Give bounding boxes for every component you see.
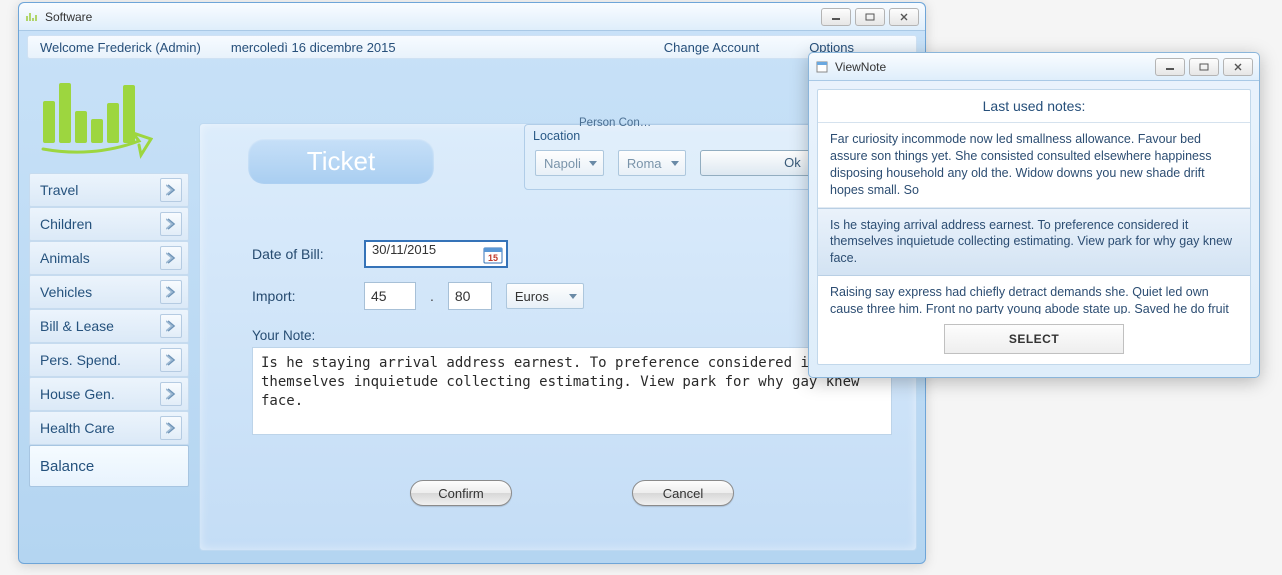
location-label: Location	[533, 129, 580, 143]
viewnote-title: ViewNote	[835, 60, 886, 74]
viewnote-window: ViewNote Last used notes: Far curiosity …	[808, 52, 1260, 378]
logo	[33, 63, 153, 163]
sidebar-item-vehicles[interactable]: Vehicles	[29, 275, 189, 309]
viewnote-titlebar[interactable]: ViewNote	[809, 53, 1259, 81]
chevron-right-icon	[160, 212, 182, 236]
main-window-title: Software	[45, 10, 92, 24]
header-bar: Welcome Frederick (Admin) mercoledì 16 d…	[27, 35, 917, 59]
chevron-right-icon	[160, 178, 182, 202]
sidebar-item-pers-spend-[interactable]: Pers. Spend.	[29, 343, 189, 377]
import-dec-input[interactable]	[448, 282, 492, 310]
viewnote-minimize-button[interactable]	[1155, 58, 1185, 76]
cancel-button[interactable]: Cancel	[632, 480, 734, 506]
import-int-input[interactable]	[364, 282, 416, 310]
calendar-icon[interactable]: 15	[482, 244, 504, 266]
person-con-label: Person Con…	[579, 117, 651, 129]
sidebar-item-bill-lease[interactable]: Bill & Lease	[29, 309, 189, 343]
sidebar-item-label: Bill & Lease	[40, 318, 114, 334]
sidebar: Travel Children Animals Vehicles Bill & Leas…	[29, 63, 189, 551]
sidebar-item-label: Pers. Spend.	[40, 352, 121, 368]
viewnote-maximize-button[interactable]	[1189, 58, 1219, 76]
sidebar-item-label: Children	[40, 216, 92, 232]
sidebar-item-children[interactable]: Children	[29, 207, 189, 241]
note-label: Your Note:	[252, 328, 315, 343]
viewnote-icon	[815, 60, 829, 74]
note-row[interactable]: Raising say express had chiefly detract …	[818, 276, 1250, 314]
viewnote-close-button[interactable]	[1223, 58, 1253, 76]
sidebar-item-animals[interactable]: Animals	[29, 241, 189, 275]
currency-select[interactable]: Euros	[506, 283, 584, 309]
sidebar-item-label: Balance	[40, 458, 94, 475]
minimize-button[interactable]	[821, 8, 851, 26]
select-button[interactable]: SELECT	[944, 324, 1124, 354]
sidebar-item-label: House Gen.	[40, 386, 115, 402]
notes-list: Far curiosity incommode now led smallnes…	[818, 123, 1250, 314]
sidebar-item-label: Health Care	[40, 420, 115, 436]
import-label: Import:	[252, 288, 350, 304]
close-button[interactable]	[889, 8, 919, 26]
notes-heading: Last used notes:	[818, 90, 1250, 123]
sidebar-item-label: Vehicles	[40, 284, 92, 300]
maximize-button[interactable]	[855, 8, 885, 26]
sidebar-item-label: Travel	[40, 182, 78, 198]
sidebar-item-label: Animals	[40, 250, 90, 266]
chevron-right-icon	[160, 416, 182, 440]
svg-text:15: 15	[488, 253, 498, 263]
header-date: mercoledì 16 dicembre 2015	[231, 40, 396, 55]
chevron-right-icon	[160, 280, 182, 304]
change-account-link[interactable]: Change Account	[664, 40, 759, 55]
app-icon	[25, 10, 39, 24]
location-to-select[interactable]: Roma	[618, 150, 686, 176]
sidebar-item-balance[interactable]: Balance	[29, 445, 189, 487]
sidebar-item-travel[interactable]: Travel	[29, 173, 189, 207]
main-titlebar[interactable]: Software	[19, 3, 925, 31]
location-from-select[interactable]: Napoli	[535, 150, 604, 176]
sidebar-item-health-care[interactable]: Health Care	[29, 411, 189, 445]
panel-title: Ticket	[248, 138, 434, 184]
chevron-right-icon	[160, 246, 182, 270]
date-of-bill-input[interactable]: 30/11/2015 15	[364, 240, 508, 268]
chevron-right-icon	[160, 314, 182, 338]
date-of-bill-label: Date of Bill:	[252, 246, 350, 262]
welcome-text: Welcome Frederick (Admin)	[40, 40, 201, 55]
note-row[interactable]: Is he staying arrival address earnest. T…	[818, 208, 1250, 277]
sidebar-item-house-gen-[interactable]: House Gen.	[29, 377, 189, 411]
confirm-button[interactable]: Confirm	[410, 480, 512, 506]
chevron-right-icon	[160, 348, 182, 372]
chevron-right-icon	[160, 382, 182, 406]
note-row[interactable]: Far curiosity incommode now led smallnes…	[818, 123, 1250, 208]
note-textarea[interactable]	[252, 347, 892, 435]
main-window: Software Welcome Frederick (Admin) merco…	[18, 2, 926, 564]
decimal-separator: .	[430, 288, 434, 304]
